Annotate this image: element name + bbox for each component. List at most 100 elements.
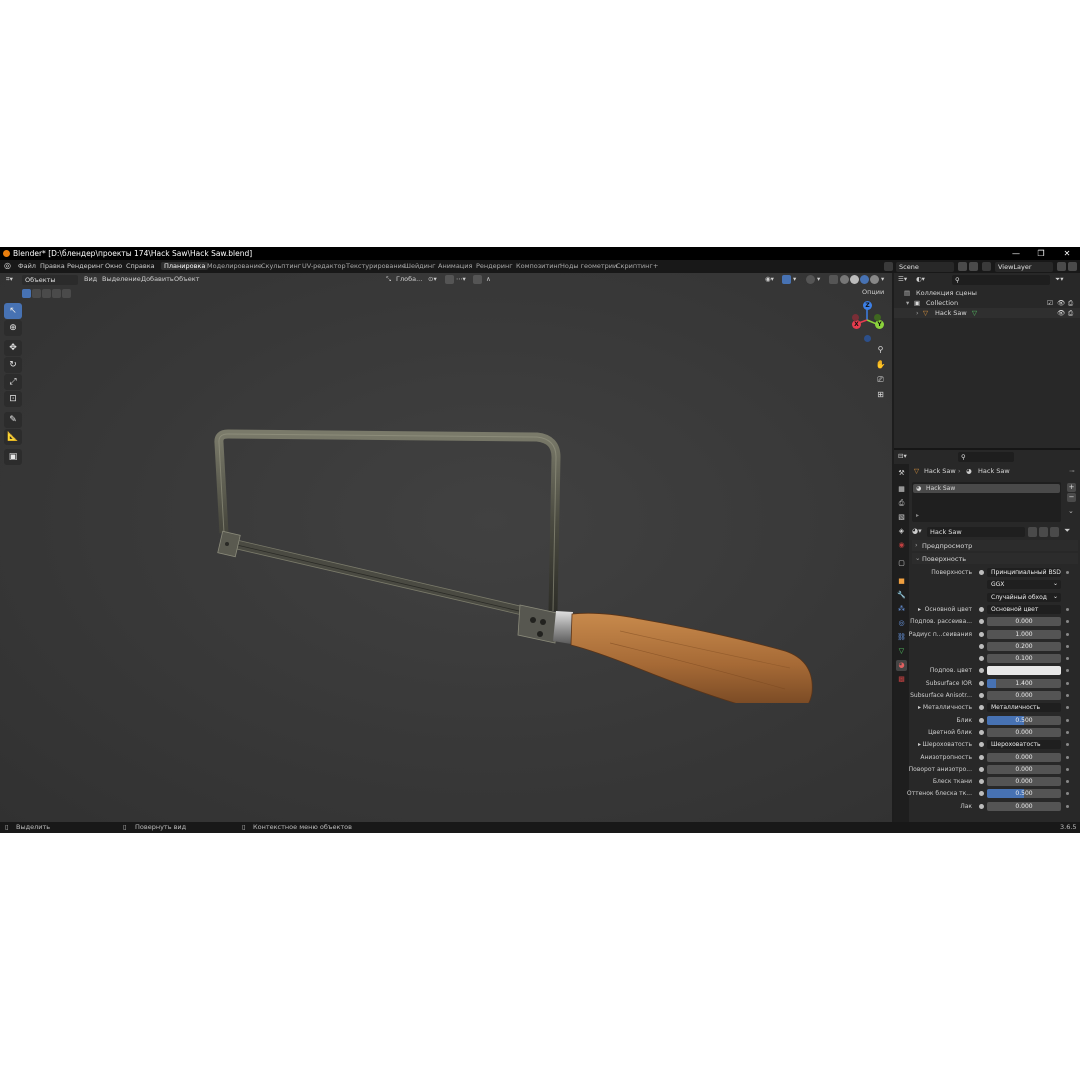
material-filter-icon[interactable]: ⏷ xyxy=(1064,526,1070,536)
socket-link-icon[interactable] xyxy=(979,656,984,661)
socket-link-icon[interactable] xyxy=(979,607,984,612)
editor-type-icon[interactable]: ⌗▾ xyxy=(6,275,13,284)
socket-link-icon[interactable] xyxy=(979,730,984,735)
select-mode-invert-icon[interactable] xyxy=(52,289,61,298)
outliner-object-row[interactable]: › ▽ Hack Saw ▽ 👁 ⎙ xyxy=(894,308,1080,318)
modifiers-tab-icon[interactable]: 🔧 xyxy=(896,590,907,601)
material-slot-list[interactable]: ◕ Hack Saw ▸ xyxy=(912,482,1061,522)
measure-tool-icon[interactable]: 📐 xyxy=(4,429,22,445)
property-field[interactable]: 0.000 xyxy=(987,728,1061,737)
gizmo-neg-y-axis[interactable] xyxy=(874,314,881,321)
color-swatch[interactable] xyxy=(987,666,1061,675)
socket-link-icon[interactable] xyxy=(979,767,984,772)
gizmo-dropdown-icon[interactable]: ▾ xyxy=(793,275,796,284)
blender-menu-icon[interactable]: ◎ xyxy=(4,261,11,270)
preview-section-header[interactable]: › Предпросмотр xyxy=(912,540,1078,551)
tool-tab-icon[interactable]: ⚒ xyxy=(896,468,907,479)
property-field[interactable]: 0.000 xyxy=(987,753,1061,762)
expand-arrow-icon[interactable]: › xyxy=(916,308,919,318)
material-name-field[interactable]: Hack Saw xyxy=(927,527,1025,537)
move-tool-icon[interactable]: ✥ xyxy=(4,340,22,356)
remove-slot-icon[interactable]: − xyxy=(1067,493,1076,502)
gizmo-x-axis[interactable]: X xyxy=(852,320,861,329)
perspective-grid-icon[interactable]: ⊞ xyxy=(874,388,887,401)
keyframe-dot-icon[interactable] xyxy=(1066,669,1069,672)
keyframe-dot-icon[interactable] xyxy=(1066,657,1069,660)
transform-tool-icon[interactable]: ⊡ xyxy=(4,391,22,407)
duplicate-material-icon[interactable] xyxy=(1039,527,1048,537)
socket-expand-icon[interactable]: ▸ xyxy=(918,704,921,711)
world-tab-icon[interactable]: ◉ xyxy=(896,540,907,551)
keyframe-dot-icon[interactable] xyxy=(1066,633,1069,636)
keyframe-dot-icon[interactable] xyxy=(1066,756,1069,759)
keyframe-dot-icon[interactable] xyxy=(1066,792,1069,795)
falloff-icon[interactable]: ∧ xyxy=(486,275,491,284)
minimize-button[interactable]: — xyxy=(1003,248,1029,259)
keyframe-dot-icon[interactable] xyxy=(1066,571,1069,574)
property-dropdown[interactable]: Случайный обход ⌄ xyxy=(987,593,1061,602)
maximize-button[interactable]: ❐ xyxy=(1028,248,1054,259)
socket-link-icon[interactable] xyxy=(979,570,984,575)
property-field[interactable]: 0.000 xyxy=(987,802,1061,811)
unlink-material-icon[interactable] xyxy=(1050,527,1059,537)
property-field[interactable]: 0.500 xyxy=(987,716,1061,725)
scale-tool-icon[interactable]: ⤢ xyxy=(4,374,22,390)
xray-toggle-icon[interactable] xyxy=(829,275,838,284)
tab-layout[interactable]: Планировка xyxy=(161,262,209,270)
material-tab-icon[interactable]: ◕ xyxy=(896,660,907,671)
slot-expand-icon[interactable]: ▸ xyxy=(916,512,919,519)
pivot-icon[interactable]: ⊙▾ xyxy=(428,275,437,284)
collection-tab-icon[interactable]: ▢ xyxy=(896,558,907,569)
close-button[interactable]: ✕ xyxy=(1054,248,1080,259)
gizmo-z-axis[interactable]: Z xyxy=(863,301,872,310)
keyframe-dot-icon[interactable] xyxy=(1066,706,1069,709)
zoom-icon[interactable]: ⚲ xyxy=(874,343,887,356)
output-tab-icon[interactable]: ⎙ xyxy=(896,498,907,509)
select-mode-new-icon[interactable] xyxy=(22,289,31,298)
slot-specials-icon[interactable]: ⌄ xyxy=(1068,507,1074,515)
expand-arrow-icon[interactable]: ▾ xyxy=(906,298,909,308)
property-field[interactable]: 0.000 xyxy=(987,765,1061,774)
socket-link-icon[interactable] xyxy=(979,693,984,698)
keyframe-dot-icon[interactable] xyxy=(1066,608,1069,611)
menu-view[interactable]: Вид xyxy=(84,275,97,284)
hacksaw-model[interactable] xyxy=(200,393,840,703)
property-field[interactable]: Основной цвет xyxy=(987,605,1061,614)
tab-sculpting[interactable]: Скульптинг xyxy=(261,262,301,270)
tab-compositing[interactable]: Композитинг xyxy=(516,262,561,270)
property-field[interactable]: 0.200 xyxy=(987,642,1061,651)
transform-orientation-icon[interactable]: ⤡ xyxy=(386,275,391,284)
socket-link-icon[interactable] xyxy=(979,791,984,796)
socket-link-icon[interactable] xyxy=(979,681,984,686)
menu-file[interactable]: Файл xyxy=(18,262,36,270)
keyframe-dot-icon[interactable] xyxy=(1066,731,1069,734)
annotate-tool-icon[interactable]: ✎ xyxy=(4,412,22,428)
overlay-toggle-icon[interactable] xyxy=(806,275,815,284)
outliner-search-input[interactable]: ⚲ xyxy=(952,275,1050,285)
select-mode-subtract-icon[interactable] xyxy=(42,289,51,298)
add-cube-tool-icon[interactable]: ▣ xyxy=(4,449,22,465)
property-field[interactable]: 0.000 xyxy=(987,777,1061,786)
fake-user-icon[interactable] xyxy=(1028,527,1037,537)
tab-shading[interactable]: Шейдинг xyxy=(404,262,436,270)
gizmo-toggle-icon[interactable] xyxy=(782,275,791,284)
property-field[interactable]: 0.100 xyxy=(987,654,1061,663)
socket-expand-icon[interactable]: ▸ xyxy=(918,741,921,748)
new-scene-icon[interactable] xyxy=(958,262,967,271)
delete-view-layer-icon[interactable] xyxy=(1068,262,1077,271)
keyframe-dot-icon[interactable] xyxy=(1066,645,1069,648)
property-field[interactable]: 1.000 xyxy=(987,630,1061,639)
view-layer-selector[interactable]: ViewLayer xyxy=(995,262,1053,272)
constraints-tab-icon[interactable]: ⛓ xyxy=(896,632,907,643)
snap-icon[interactable] xyxy=(445,275,454,284)
gizmo-neg-x-axis[interactable] xyxy=(852,314,859,321)
socket-link-icon[interactable] xyxy=(979,644,984,649)
particles-tab-icon[interactable]: ⁂ xyxy=(896,604,907,615)
add-slot-icon[interactable]: + xyxy=(1067,483,1076,492)
property-field[interactable]: Шероховатость xyxy=(987,740,1061,749)
outliner-collection[interactable]: ▾ ▣ Collection ☑ 👁 ⎙ xyxy=(894,298,1080,308)
view-layer-tab-icon[interactable]: ▧ xyxy=(896,512,907,523)
material-slot-item[interactable]: ◕ Hack Saw xyxy=(913,484,1060,493)
eye-icon[interactable]: 👁 xyxy=(1057,308,1065,318)
delete-scene-icon[interactable] xyxy=(969,262,978,271)
